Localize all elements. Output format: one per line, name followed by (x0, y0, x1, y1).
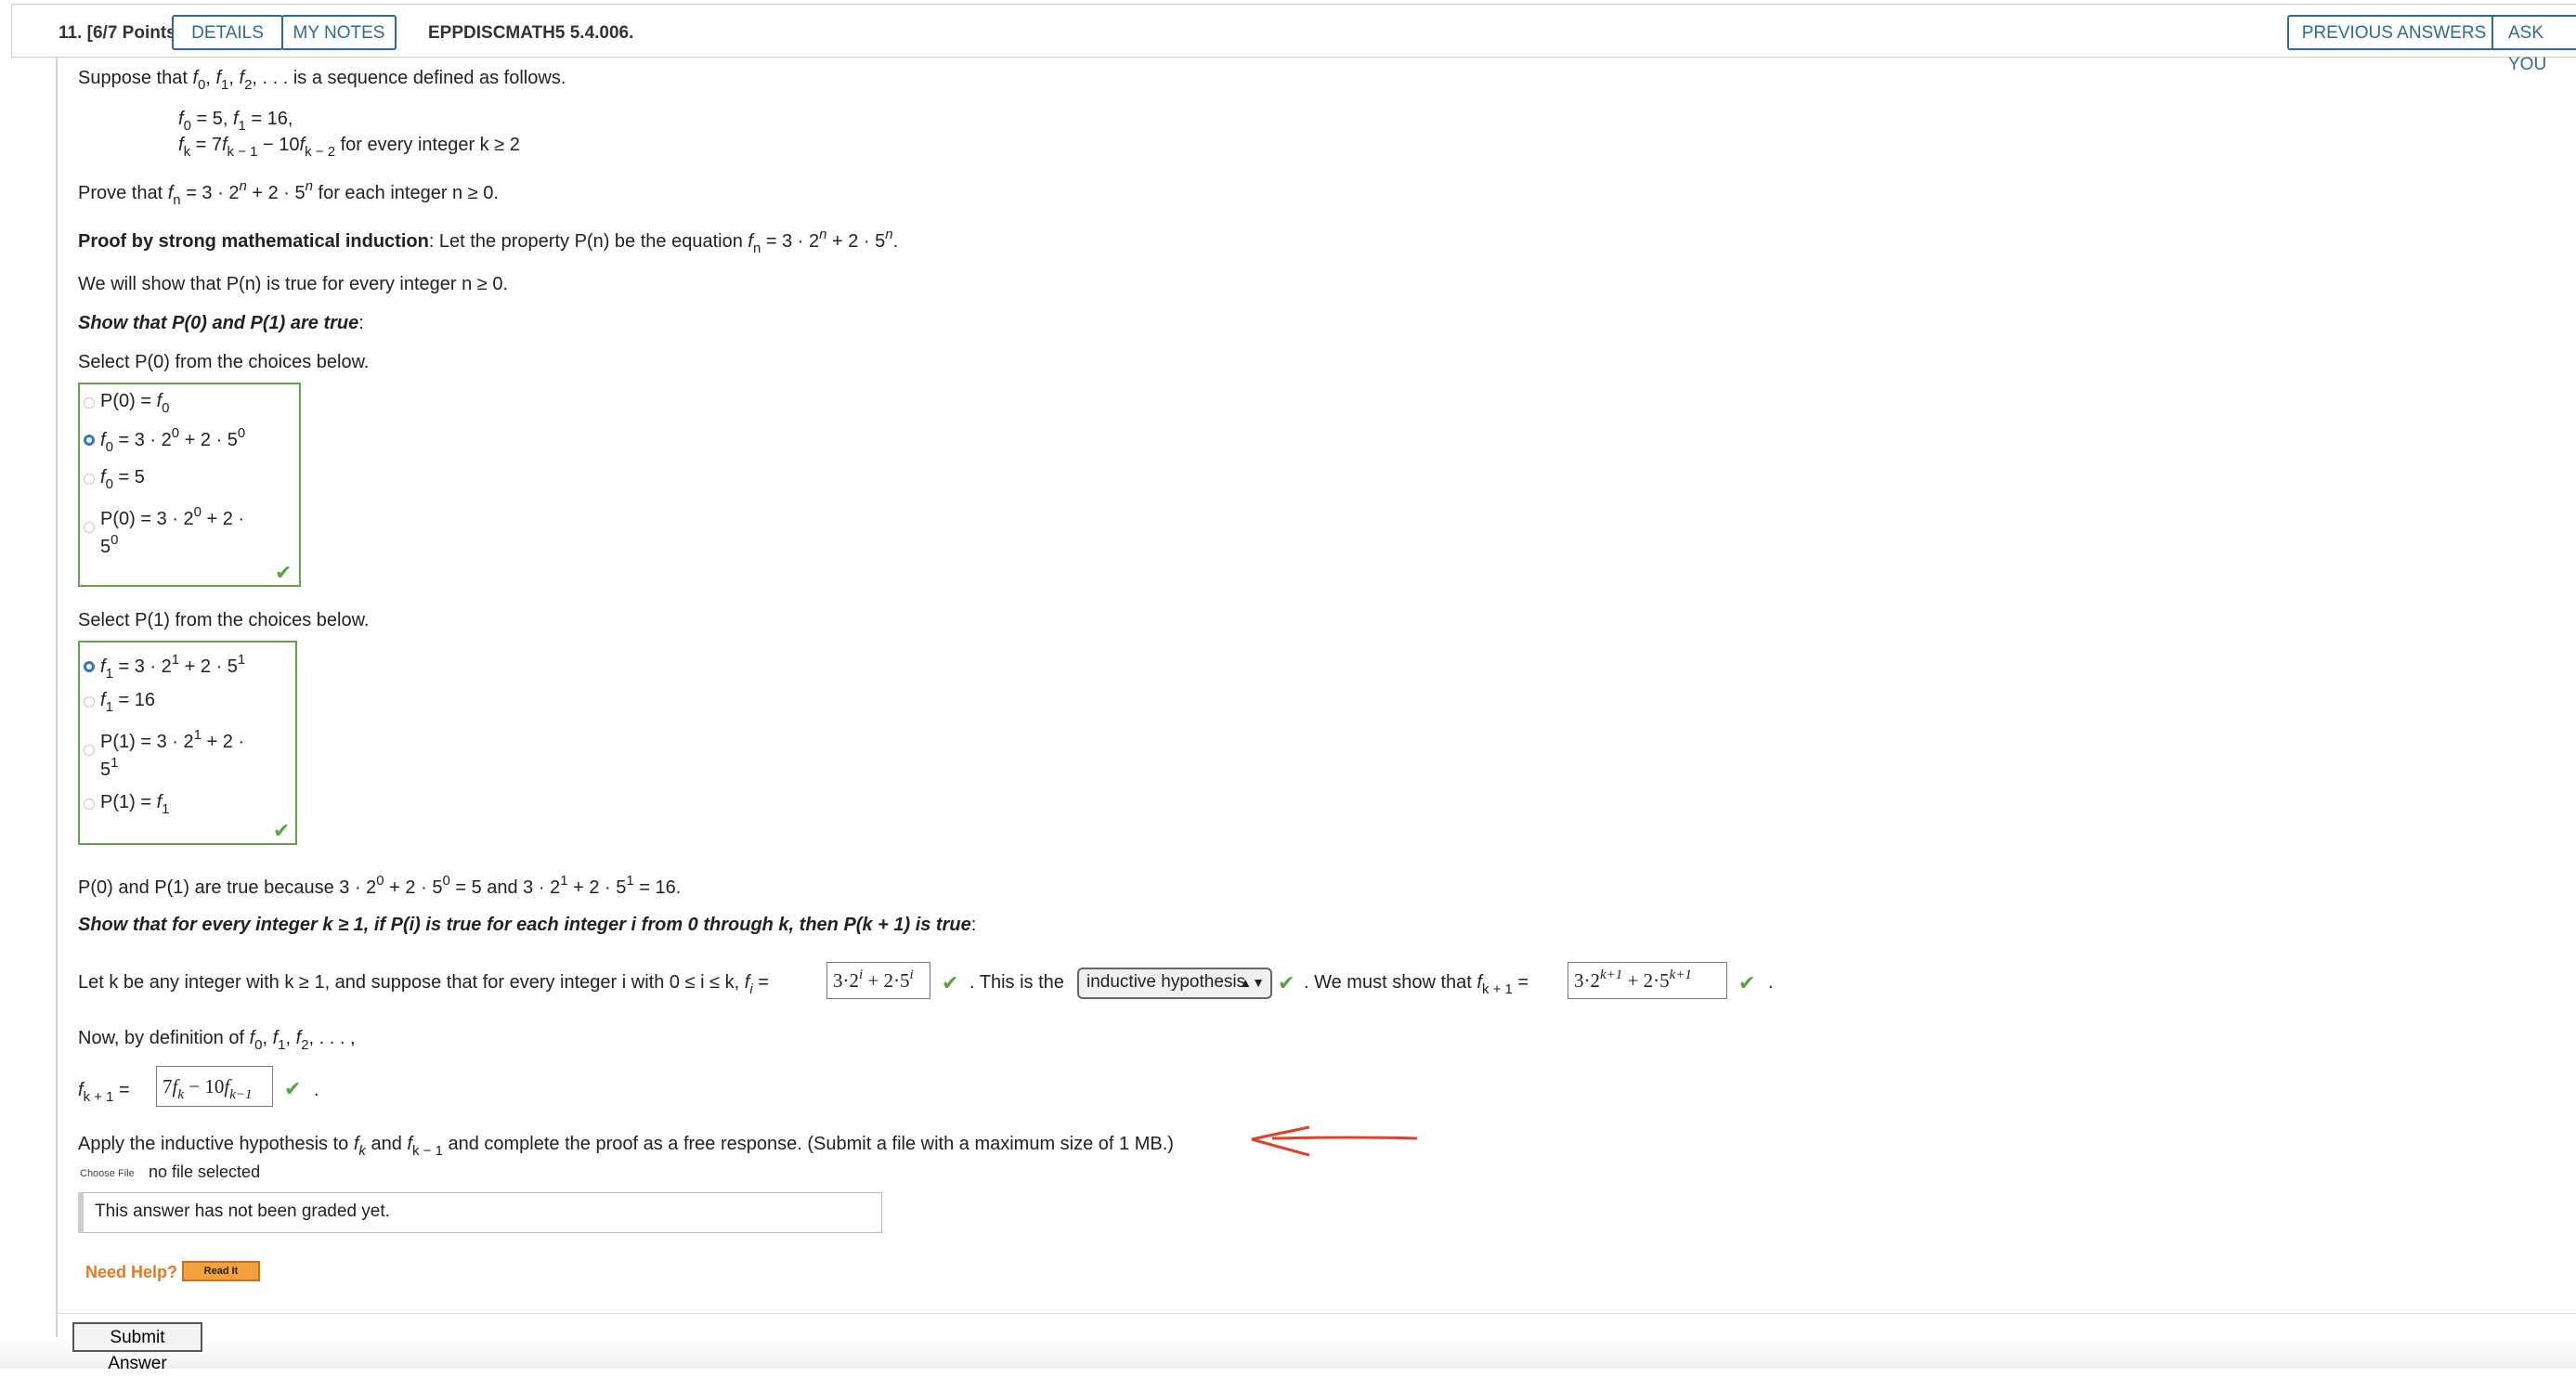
apply-text: Apply the inductive hypothesis to (78, 1134, 349, 1154)
intro-line: Suppose that f0, f1, f2, . . . is a sequ… (78, 68, 566, 93)
apply-line: Apply the inductive hypothesis to fk and… (78, 1134, 1174, 1159)
period-2: . (314, 1080, 319, 1100)
fi-answer-field[interactable]: 3·2i + 2·5i (826, 962, 930, 999)
hypothesis-select[interactable]: inductive hypothesis ▲▼ (1077, 968, 1272, 999)
recurrence-check-icon: ✔ (284, 1077, 302, 1100)
p1-radio-2[interactable] (84, 696, 95, 708)
proof-rest: : Let the property P(n) be the equation (428, 231, 743, 252)
file-status: no file selected (149, 1163, 261, 1181)
hypothesis-select-value: inductive hypothesis (1086, 972, 1246, 992)
previous-answers-button[interactable]: PREVIOUS ANSWERS (2287, 15, 2501, 50)
p0-p1-true-line: P(0) and P(1) are true because 3 · 20 + … (78, 873, 682, 898)
period-1: . (1768, 972, 1774, 993)
definition-suffix: for every integer k ≥ 2 (340, 135, 520, 155)
select-p1-prompt: Select P(1) from the choices below. (78, 610, 370, 630)
must-show-line: . We must show that fk + 1 = (1304, 972, 1529, 997)
p0-p1-true-text: P(0) and P(1) are true because (78, 877, 334, 898)
p0-radio-2[interactable] (84, 435, 95, 446)
p0-radio-4[interactable] (84, 522, 95, 533)
p1-choice-box: f1 = 3 · 21 + 2 · 51 f1 = 16 P(1) = 3 · … (78, 641, 297, 845)
this-is-the-text: . This is the (969, 972, 1064, 993)
show-p0-p1-heading: Show that P(0) and P(1) are true: (78, 313, 364, 333)
apply-end-text: and complete the proof as a free respons… (448, 1134, 1174, 1154)
fk1-check-icon: ✔ (1738, 971, 1756, 994)
hypothesis-check-icon: ✔ (1278, 971, 1295, 994)
fi-check-icon: ✔ (942, 971, 959, 994)
let-k-line: Let k be any integer with k ≥ 1, and sup… (78, 972, 769, 997)
let-k-text: Let k be any integer with k ≥ 1, and sup… (78, 972, 740, 993)
p0-choice-box: P(0) = f0 f0 = 3 · 20 + 2 · 50 f0 = 5 P(… (78, 383, 301, 587)
prove-prefix: Prove that (78, 183, 163, 203)
select-p0-prompt: Select P(0) from the choices below. (78, 352, 370, 372)
prove-suffix: for each integer n ≥ 0. (318, 183, 499, 203)
recurrence-answer-field[interactable]: 7fk − 10fk−1 (156, 1066, 273, 1107)
p1-choice-2[interactable]: f1 = 16 (100, 689, 155, 714)
graded-status: This answer has not been graded yet. (78, 1192, 882, 1233)
proof-statement: Proof by strong mathematical induction: … (78, 227, 899, 256)
fk1-label: fk + 1 = (78, 1080, 130, 1105)
need-help-label: Need Help? (85, 1263, 178, 1281)
select-arrows-icon: ▲▼ (1239, 975, 1265, 990)
prove-line: Prove that fn = 3 · 2n + 2 · 5n for each… (78, 178, 499, 208)
p1-radio-3[interactable] (84, 745, 95, 756)
definition-line-1: f0 = 5, f1 = 16, (178, 109, 293, 134)
p1-choice-4[interactable]: P(1) = f1 (100, 791, 169, 816)
p0-radio-3[interactable] (84, 474, 95, 485)
p1-check-icon: ✔ (273, 819, 291, 842)
proof-bold: Proof by strong mathematical induction (78, 231, 429, 252)
inductive-step-heading: Show that for every integer k ≥ 1, if P(… (78, 915, 977, 935)
question-left-border (56, 58, 58, 1369)
p1-choice-1[interactable]: f1 = 3 · 21 + 2 · 51 (100, 653, 245, 681)
question-points: 11. [6/7 Points] (59, 23, 183, 43)
p0-radio-1[interactable] (84, 397, 95, 409)
read-it-button[interactable]: Read It (182, 1261, 260, 1281)
we-will-show: We will show that P(n) is true for every… (78, 274, 509, 294)
now-def-line: Now, by definition of f0, f1, f2, . . . … (78, 1028, 356, 1053)
show-p0-p1-text: Show that P(0) and P(1) are true (78, 313, 359, 333)
now-def-text: Now, by definition of (78, 1028, 244, 1048)
question-id: EPPDISCMATH5 5.4.006. (428, 23, 634, 43)
definition-line-2: fk = 7fk − 1 − 10fk − 2 for every intege… (178, 135, 520, 160)
question-header: 11. [6/7 Points] DETAILS MY NOTES EPPDIS… (11, 4, 2576, 74)
fk1-answer-field[interactable]: 3·2k+1 + 2·5k+1 (1568, 962, 1727, 999)
red-arrow-annotation (1251, 1125, 1418, 1157)
my-notes-button[interactable]: MY NOTES (281, 15, 397, 50)
inductive-step-text: Show that for every integer k ≥ 1, if P(… (78, 915, 971, 935)
p0-check-icon: ✔ (275, 561, 293, 584)
submit-answer-button[interactable]: Submit Answer (72, 1322, 202, 1373)
choose-file-button[interactable]: Choose File (80, 1168, 135, 1179)
intro-suffix: is a sequence defined as follows. (293, 68, 566, 88)
details-button[interactable]: DETAILS (172, 15, 283, 50)
p0-choice-2[interactable]: f0 = 3 · 20 + 2 · 50 (100, 426, 245, 454)
footer-divider (58, 1313, 2576, 1314)
p0-choice-1[interactable]: P(0) = f0 (100, 390, 169, 415)
p1-radio-1[interactable] (84, 661, 95, 672)
p0-choice-4[interactable]: P(0) = 3 · 20 + 2 · 50 (100, 505, 244, 561)
p1-radio-4[interactable] (84, 799, 95, 810)
p1-choice-3[interactable]: P(1) = 3 · 21 + 2 · 51 (100, 728, 244, 784)
ask-your-teacher-button[interactable]: ASK YOU (2491, 15, 2576, 74)
p0-choice-3[interactable]: f0 = 5 (100, 466, 145, 491)
bottom-fade (0, 1337, 2576, 1369)
must-show-text: . We must show that (1304, 972, 1472, 993)
